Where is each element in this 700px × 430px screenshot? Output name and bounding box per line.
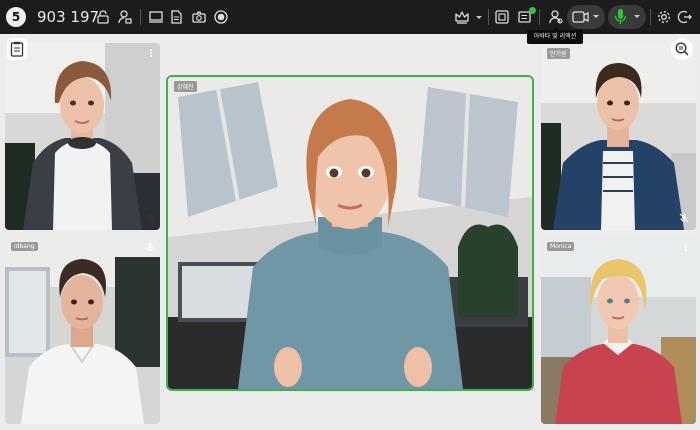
mic-icon — [146, 243, 154, 251]
camera-control[interactable] — [567, 5, 605, 29]
leave-meeting-icon[interactable] — [675, 0, 695, 34]
participant-tile[interactable] — [5, 43, 160, 230]
avatar-video — [541, 43, 696, 230]
avatar-reaction-tooltip: 아바타 및 리액션 — [527, 27, 583, 44]
search-button[interactable] — [671, 38, 693, 60]
notes-button[interactable] — [7, 38, 27, 60]
top-toolbar: 5 903 197 — [0, 0, 700, 34]
avatar-video — [5, 43, 160, 230]
participant-name: 강혜진 — [174, 81, 197, 92]
more-options-icon[interactable] — [681, 242, 691, 252]
document-icon[interactable] — [165, 0, 187, 34]
settings-gear-icon[interactable] — [654, 0, 674, 34]
microphone-control[interactable] — [608, 5, 646, 29]
mic-muted-icon — [145, 213, 155, 223]
lock-icon[interactable] — [92, 0, 114, 34]
chat-list-icon[interactable] — [515, 0, 535, 34]
participant-count-badge[interactable]: 5 — [6, 7, 26, 27]
screen-share-icon[interactable] — [145, 0, 167, 34]
avatar-video — [541, 237, 696, 424]
avatar-video — [5, 237, 160, 424]
user-lock-icon[interactable] — [114, 0, 136, 34]
participant-tile[interactable]: 안기원 — [541, 43, 696, 230]
layout-icon[interactable] — [492, 0, 512, 34]
more-options-icon[interactable] — [146, 48, 156, 58]
participant-tile[interactable]: idbang — [5, 237, 160, 424]
participant-name: idbang — [11, 242, 38, 251]
participant-name: Monica — [547, 242, 575, 251]
mic-muted-icon — [679, 213, 689, 223]
avatar-video — [168, 77, 532, 389]
search-icon — [675, 42, 689, 56]
crown-icon[interactable] — [452, 0, 472, 34]
participant-name: 안기원 — [547, 48, 570, 59]
record-icon[interactable] — [210, 0, 232, 34]
clipboard-icon — [10, 41, 24, 57]
camera-snapshot-icon[interactable] — [188, 0, 210, 34]
chevron-down-icon[interactable] — [473, 0, 485, 34]
meeting-id: 903 197 — [37, 8, 100, 26]
notification-dot — [529, 7, 536, 14]
active-speaker-tile[interactable]: 강혜진 — [166, 75, 534, 391]
participant-tile[interactable]: Monica — [541, 237, 696, 424]
